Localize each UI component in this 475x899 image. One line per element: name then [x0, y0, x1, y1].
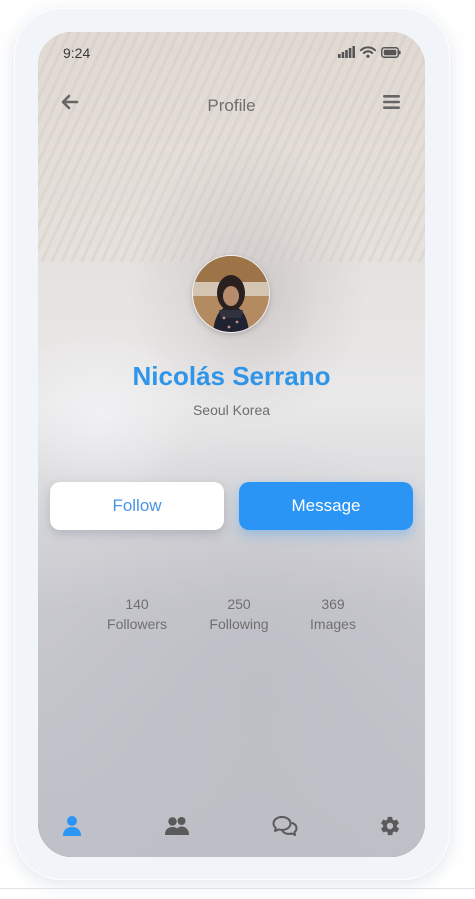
- header: Profile: [38, 90, 425, 124]
- hamburger-menu-icon: [383, 95, 400, 109]
- page-title: Profile: [207, 96, 256, 115]
- user-icon: [63, 816, 81, 836]
- signal-icon: [338, 46, 355, 58]
- chat-icon: [272, 816, 298, 836]
- battery-icon: [381, 46, 401, 58]
- status-icons: [338, 46, 401, 58]
- users-icon: [165, 817, 189, 835]
- stat-followers[interactable]: 140 Followers: [92, 594, 182, 634]
- avatar-photo: [193, 256, 269, 332]
- stat-value: 250: [227, 596, 251, 612]
- bottom-nav: [38, 795, 425, 857]
- profile-name: Nicolás Serrano: [132, 361, 331, 391]
- nav-profile[interactable]: [59, 813, 85, 839]
- profile-location: Seoul Korea: [192, 402, 271, 418]
- nav-friends[interactable]: [164, 813, 190, 839]
- nav-settings[interactable]: [377, 813, 403, 839]
- background-overlay: [38, 32, 425, 857]
- stat-label: Followers: [107, 616, 167, 632]
- stat-label: Images: [310, 616, 356, 632]
- stat-images[interactable]: 369 Images: [288, 594, 378, 634]
- avatar[interactable]: [192, 255, 270, 333]
- page-divider: [0, 888, 475, 889]
- menu-button[interactable]: [383, 94, 403, 114]
- message-button[interactable]: Message: [239, 482, 413, 530]
- gear-icon: [381, 816, 400, 836]
- profile-screen: 9:24 Profile Nicolás Serrano Seoul Korea…: [38, 32, 425, 857]
- status-bar: 9:24: [38, 32, 425, 76]
- nav-messages[interactable]: [272, 813, 298, 839]
- stat-label: Following: [209, 616, 269, 632]
- stat-following[interactable]: 250 Following: [194, 594, 284, 634]
- stat-value: 369: [321, 596, 345, 612]
- page: 9:24 Profile Nicolás Serrano Seoul Korea…: [0, 0, 475, 899]
- status-time: 9:24: [63, 45, 91, 61]
- wifi-icon: [360, 46, 376, 58]
- follow-button[interactable]: Follow: [50, 482, 224, 530]
- stat-value: 140: [125, 596, 149, 612]
